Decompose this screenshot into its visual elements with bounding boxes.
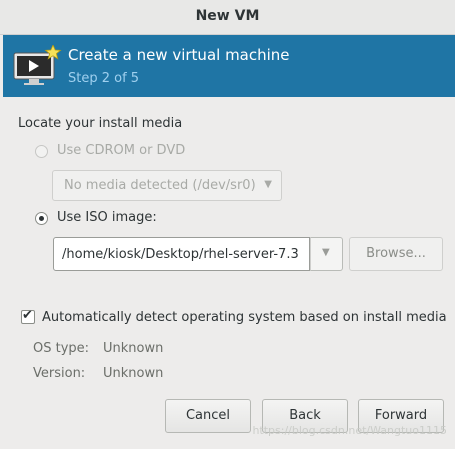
cdrom-media-value: No media detected (/dev/sr0)	[64, 178, 256, 193]
iso-radio-label[interactable]: Use ISO image:	[57, 210, 157, 225]
browse-button[interactable]: Browse...	[349, 237, 443, 271]
watermark: https://blog.csdn.net/Wangtuo1115	[252, 424, 447, 437]
iso-path-value: /home/kiosk/Desktop/rhel-server-7.3	[62, 247, 299, 262]
iso-radio[interactable]	[35, 212, 48, 225]
iso-path-input[interactable]: /home/kiosk/Desktop/rhel-server-7.3	[53, 237, 310, 271]
version-label: Version:	[33, 366, 86, 381]
auto-detect-os-label[interactable]: Automatically detect operating system ba…	[42, 310, 447, 325]
cdrom-radio[interactable]	[35, 145, 48, 158]
checkmark-icon: ✔	[22, 308, 33, 323]
os-type-label: OS type:	[33, 341, 90, 356]
wizard-headline: Create a new virtual machine	[68, 46, 290, 64]
os-type-value: Unknown	[103, 341, 164, 356]
install-media-heading: Locate your install media	[18, 116, 183, 131]
window-title: New VM	[195, 8, 260, 24]
title-bar[interactable]: New VM	[0, 0, 455, 35]
vm-monitor-icon	[13, 45, 62, 85]
cdrom-media-dropdown[interactable]: No media detected (/dev/sr0) ▼	[52, 170, 282, 201]
chevron-down-icon: ▼	[264, 179, 272, 190]
wizard-banner: Create a new virtual machine Step 2 of 5	[3, 35, 455, 97]
chevron-down-icon: ▼	[322, 247, 330, 258]
cancel-button[interactable]: Cancel	[165, 399, 251, 433]
cdrom-radio-label[interactable]: Use CDROM or DVD	[57, 143, 185, 158]
wizard-step-indicator: Step 2 of 5	[68, 71, 140, 86]
version-value: Unknown	[103, 366, 164, 381]
auto-detect-os-checkbox[interactable]: ✔	[21, 308, 35, 324]
iso-history-dropdown-button[interactable]: ▼	[310, 237, 343, 271]
